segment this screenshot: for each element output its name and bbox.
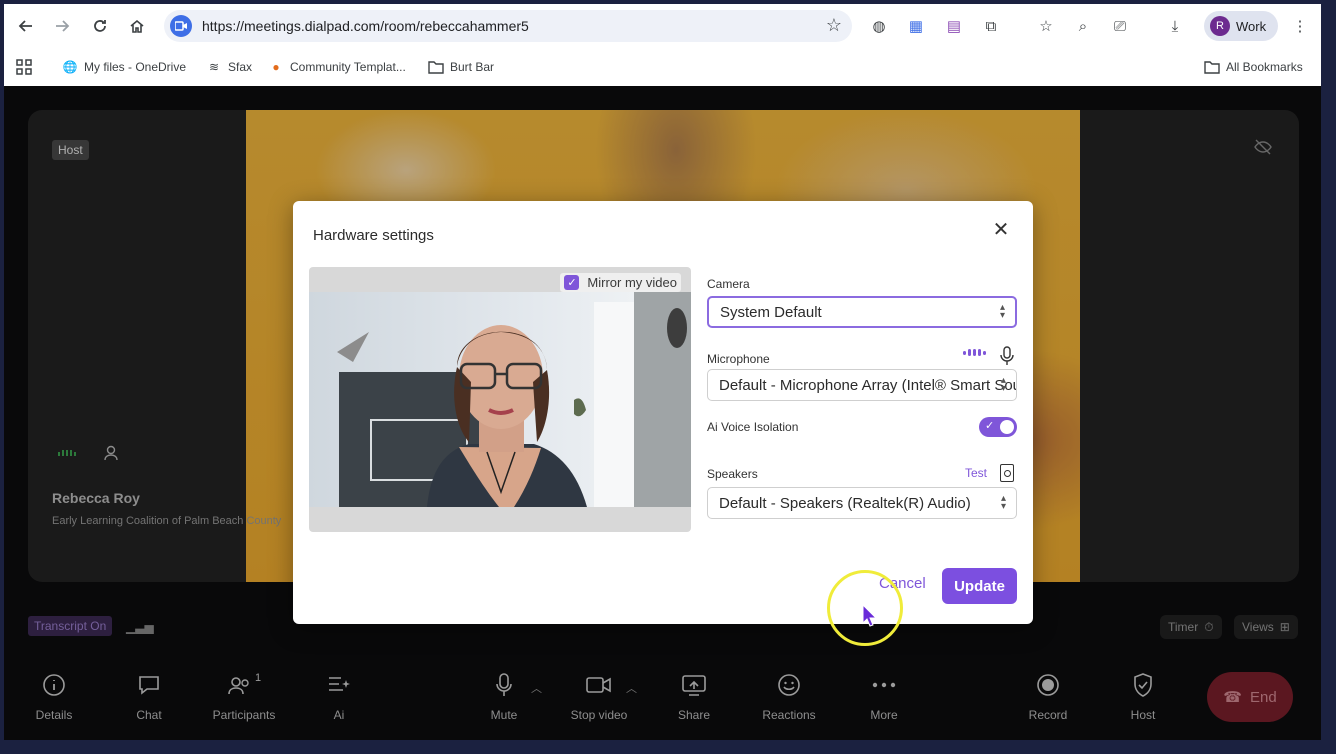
hardware-settings-dialog: Hardware settings ✕ ✓ Mirror my video Ca… [293,201,1033,624]
select-arrows-icon: ▴ ▾ [999,302,1005,321]
mirror-video-toggle[interactable]: ✓ Mirror my video [560,273,681,292]
folder-icon [428,59,444,75]
folder-icon [1204,59,1220,75]
test-speakers-link[interactable]: Test [965,466,987,480]
all-bookmarks[interactable]: All Bookmarks [1204,59,1303,75]
browser-toolbar: https://meetings.dialpad.com/room/rebecc… [4,4,1321,48]
microphone-value: Default - Microphone Array (Intel® Smart… [719,376,1016,394]
browser-chrome: https://meetings.dialpad.com/room/rebecc… [4,4,1321,86]
bookmarks-bar: 🌐 My files - OneDrive ≋ Sfax ● Community… [4,48,1321,86]
bookmark-label: Burt Bar [450,60,495,74]
dialpad-site-icon [170,15,192,37]
extensions-puzzle-icon[interactable]: ⧉ [980,15,1002,37]
select-arrows-icon: ▴ ▾ [1000,493,1006,512]
bookmark-community[interactable]: ● Community Templat... [268,59,406,75]
mirror-label: Mirror my video [587,275,677,290]
bookmark-sfax[interactable]: ≋ Sfax [206,59,252,75]
select-arrows-icon: ▴ ▾ [1000,375,1006,394]
dialog-title: Hardware settings [313,227,434,244]
mouse-cursor-icon [862,604,878,627]
address-bar[interactable]: https://meetings.dialpad.com/room/rebecc… [164,10,852,42]
forward-icon[interactable] [48,12,76,40]
avatar: R [1210,16,1230,36]
mirror-checkbox[interactable]: ✓ [564,275,580,290]
url-text: https://meetings.dialpad.com/room/rebecc… [202,18,529,34]
ai-voice-isolation-label: Ai Voice Isolation [707,420,799,434]
extension-grid-icon[interactable]: ▦ [905,15,927,37]
home-icon[interactable] [123,12,151,40]
speaker-icon[interactable] [1000,464,1014,482]
download-icon[interactable]: ⤓ [1164,15,1186,37]
profile-label: Work [1236,18,1267,34]
all-bookmarks-label: All Bookmarks [1226,60,1303,74]
bookmark-label: Sfax [228,60,253,74]
microphone-icon[interactable] [1000,346,1014,371]
community-icon: ● [272,60,280,74]
menu-kebab-icon[interactable]: ⋮ [1289,15,1311,37]
reload-icon[interactable] [86,12,114,40]
camera-value: System Default [720,303,822,321]
update-button[interactable]: Update [942,568,1017,604]
bookmark-label: Community Templat... [290,60,406,74]
speakers-label: Speakers [707,467,758,481]
bookmark-label: My files - OneDrive [84,60,187,74]
bookmark-onedrive[interactable]: 🌐 My files - OneDrive [62,59,187,75]
toggle-knob [1000,420,1014,434]
microphone-select[interactable]: Default - Microphone Array (Intel® Smart… [707,369,1017,401]
extension-doc-icon[interactable]: ▤ [943,15,965,37]
speakers-value: Default - Speakers (Realtek(R) Audio) [719,494,971,512]
microphone-label: Microphone [707,352,770,366]
extension-globe-icon[interactable]: ◍ [868,15,890,37]
speakers-select[interactable]: Default - Speakers (Realtek(R) Audio) ▴ ▾ [707,487,1017,519]
bookmarks-manager-icon[interactable]: ☆ [1035,15,1057,37]
cast-icon[interactable]: ⎚ [1109,15,1131,37]
search-tab-icon[interactable]: ⌕ [1072,15,1094,37]
bookmark-burt-bar[interactable]: Burt Bar [428,59,494,75]
camera-select[interactable]: System Default ▴ ▾ [707,296,1017,328]
bookmark-star-icon[interactable]: ☆ [826,15,842,36]
globe-icon: 🌐 [62,60,78,74]
back-icon[interactable] [12,12,40,40]
screen: https://meetings.dialpad.com/room/rebecc… [4,4,1321,740]
ai-voice-isolation-toggle[interactable]: ✓ [979,417,1017,437]
check-icon: ✓ [985,420,995,432]
sfax-icon: ≋ [208,60,220,74]
self-video-feed [309,292,691,507]
camera-preview: ✓ Mirror my video [309,267,691,532]
profile-button[interactable]: R Work [1204,11,1278,41]
close-icon[interactable]: ✕ [987,215,1015,243]
apps-grid-icon[interactable] [16,59,32,75]
camera-label: Camera [707,277,750,291]
mic-level-icon [963,349,986,356]
